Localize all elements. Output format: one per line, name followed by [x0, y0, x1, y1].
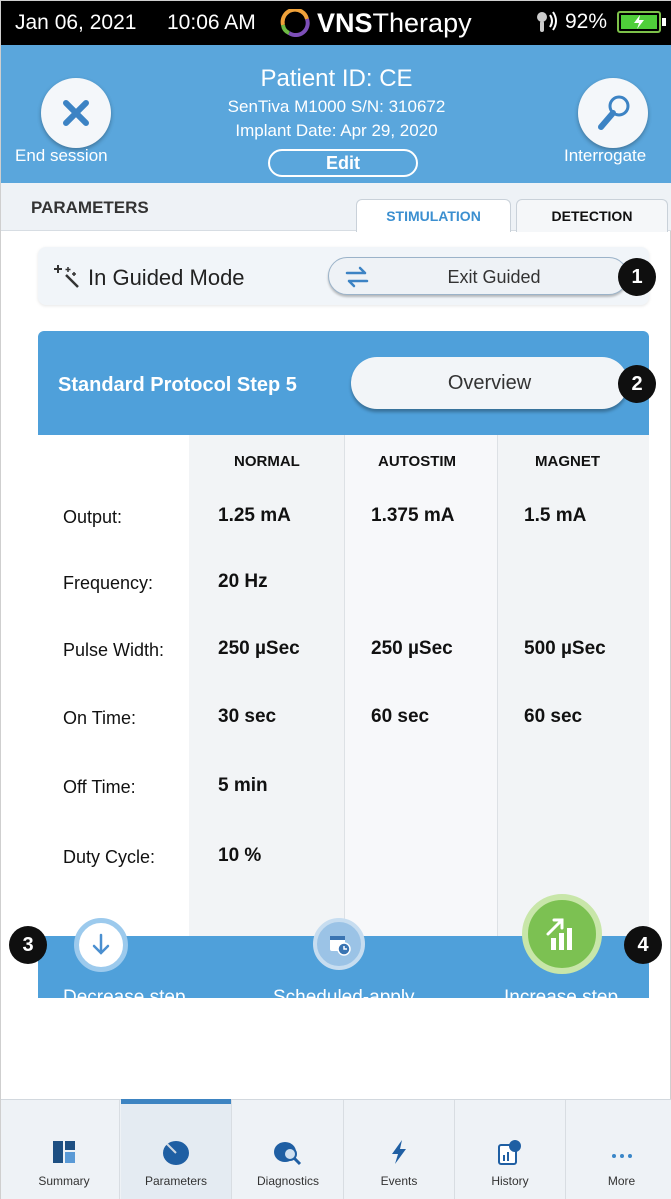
row-label-output: Output:: [63, 507, 123, 527]
duty-cycle-normal: 10 %: [218, 845, 262, 866]
nav-item-parameters[interactable]: Parameters: [121, 1099, 232, 1199]
increase-step-button[interactable]: [522, 894, 602, 974]
logo-swirl-icon: [280, 9, 310, 37]
wand-signal-icon: [537, 11, 557, 32]
off-time-normal: 5 min: [218, 775, 268, 796]
screen-frame: Jan 06, 2021 10:06 AM VNS Therapy 92% En…: [0, 0, 671, 1199]
wand-icon: [598, 95, 630, 130]
calendar-clock-icon: [330, 936, 351, 956]
nav-label-diagnostics: Diagnostics: [256, 1174, 320, 1188]
callout-marker-3: 3: [9, 926, 47, 964]
battery-status: 92%: [533, 9, 667, 35]
nav-item-summary[interactable]: Summary: [9, 1100, 120, 1199]
exit-guided-label: Exit Guided: [447, 267, 541, 287]
scheduled-apply-label[interactable]: Scheduled-apply: [273, 987, 415, 1009]
callout-marker-2: 2: [618, 365, 656, 403]
pulse-width-autostim: 250 µSec: [371, 638, 453, 659]
exit-guided-button[interactable]: Exit Guided: [328, 257, 628, 295]
arrow-down-icon: [92, 933, 110, 955]
callout-marker-1: 1: [618, 258, 656, 296]
edit-button[interactable]: Edit: [268, 149, 418, 177]
tab-detection[interactable]: DETECTION: [516, 199, 668, 232]
overview-button[interactable]: Overview: [351, 357, 628, 409]
more-icon: [611, 1154, 632, 1158]
decrease-step-button[interactable]: [74, 918, 128, 972]
row-label-duty-cycle: Duty Cycle:: [63, 847, 156, 867]
battery-icon: [617, 11, 667, 33]
nav-item-history[interactable]: History: [455, 1100, 566, 1199]
parameter-table: NORMAL AUTOSTIM MAGNET Output: 1.25 mA 1…: [38, 435, 649, 940]
guided-mode-label: In Guided Mode: [88, 265, 245, 290]
row-label-off-time: Off Time:: [63, 777, 136, 797]
patient-id: Patient ID: CE: [260, 65, 413, 92]
row-label-frequency: Frequency:: [63, 573, 154, 593]
protocol-step-card: Standard Protocol Step 5 Overview: [38, 331, 649, 435]
decrease-step-label[interactable]: Decrease step: [63, 987, 186, 1009]
end-session-label[interactable]: End session: [15, 146, 108, 166]
increase-chart-icon: [546, 918, 572, 950]
sparkle-icon: [54, 265, 79, 288]
protocol-step-title: Standard Protocol Step 5: [58, 374, 297, 396]
nav-label-history: History: [491, 1174, 529, 1188]
summary-icon: [53, 1141, 75, 1163]
diagnostics-icon: [274, 1142, 302, 1166]
history-icon: [498, 1140, 521, 1165]
on-time-normal: 30 sec: [218, 706, 277, 727]
increase-step-label[interactable]: Increase step: [504, 987, 618, 1009]
output-normal: 1.25 mA: [218, 505, 291, 526]
pulse-width-normal: 250 µSec: [218, 638, 300, 659]
row-label-on-time: On Time:: [63, 708, 137, 728]
device-model: SenTiva M1000 S/N: 310672: [227, 97, 446, 116]
output-magnet: 1.5 mA: [524, 505, 587, 526]
scheduled-apply-button[interactable]: [313, 918, 365, 970]
pulse-width-magnet: 500 µSec: [524, 638, 606, 659]
frequency-normal: 20 Hz: [218, 571, 268, 592]
nav-label-parameters: Parameters: [144, 1174, 208, 1188]
active-tab-indicator: [121, 1099, 231, 1104]
on-time-magnet: 60 sec: [524, 706, 583, 727]
tab-stimulation[interactable]: STIMULATION: [356, 199, 511, 232]
interrogate-label[interactable]: Interrogate: [564, 146, 646, 166]
brand-logo: VNS Therapy: [279, 8, 472, 38]
parameters-title: PARAMETERS: [31, 198, 149, 217]
column-header-magnet: MAGNET: [535, 453, 600, 470]
nav-label-events: Events: [380, 1174, 418, 1188]
callout-marker-4: 4: [624, 926, 662, 964]
row-label-pulse-width: Pulse Width:: [63, 640, 165, 660]
nav-label-more: More: [607, 1174, 636, 1188]
parameters-icon: [163, 1141, 189, 1165]
on-time-autostim: 60 sec: [371, 706, 430, 727]
status-time: 10:06 AM: [167, 11, 256, 34]
implant-date: Implant Date: Apr 29, 2020: [235, 121, 438, 140]
nav-item-diagnostics[interactable]: Diagnostics: [233, 1100, 344, 1199]
column-header-normal: NORMAL: [234, 453, 300, 470]
guided-mode-card: In Guided Mode Exit Guided: [38, 247, 649, 305]
bottom-nav: Summary Parameters Diagnostics Events Hi…: [1, 1099, 671, 1199]
status-date: Jan 06, 2021: [15, 11, 137, 34]
interrogate-button[interactable]: [578, 78, 648, 148]
nav-item-more[interactable]: More: [566, 1100, 671, 1199]
nav-item-events[interactable]: Events: [344, 1100, 455, 1199]
brand-bold: VNS: [317, 7, 373, 38]
lightning-icon: [392, 1140, 406, 1164]
nav-label-summary: Summary: [38, 1174, 90, 1188]
output-autostim: 1.375 mA: [371, 505, 455, 526]
status-bar: Jan 06, 2021 10:06 AM VNS Therapy 92%: [1, 1, 671, 45]
column-header-autostim: AUTOSTIM: [378, 453, 457, 470]
session-header: End session Patient ID: CE SenTiva M1000…: [1, 45, 671, 183]
brand-light: Therapy: [372, 7, 472, 38]
battery-percent: 92%: [565, 10, 608, 33]
